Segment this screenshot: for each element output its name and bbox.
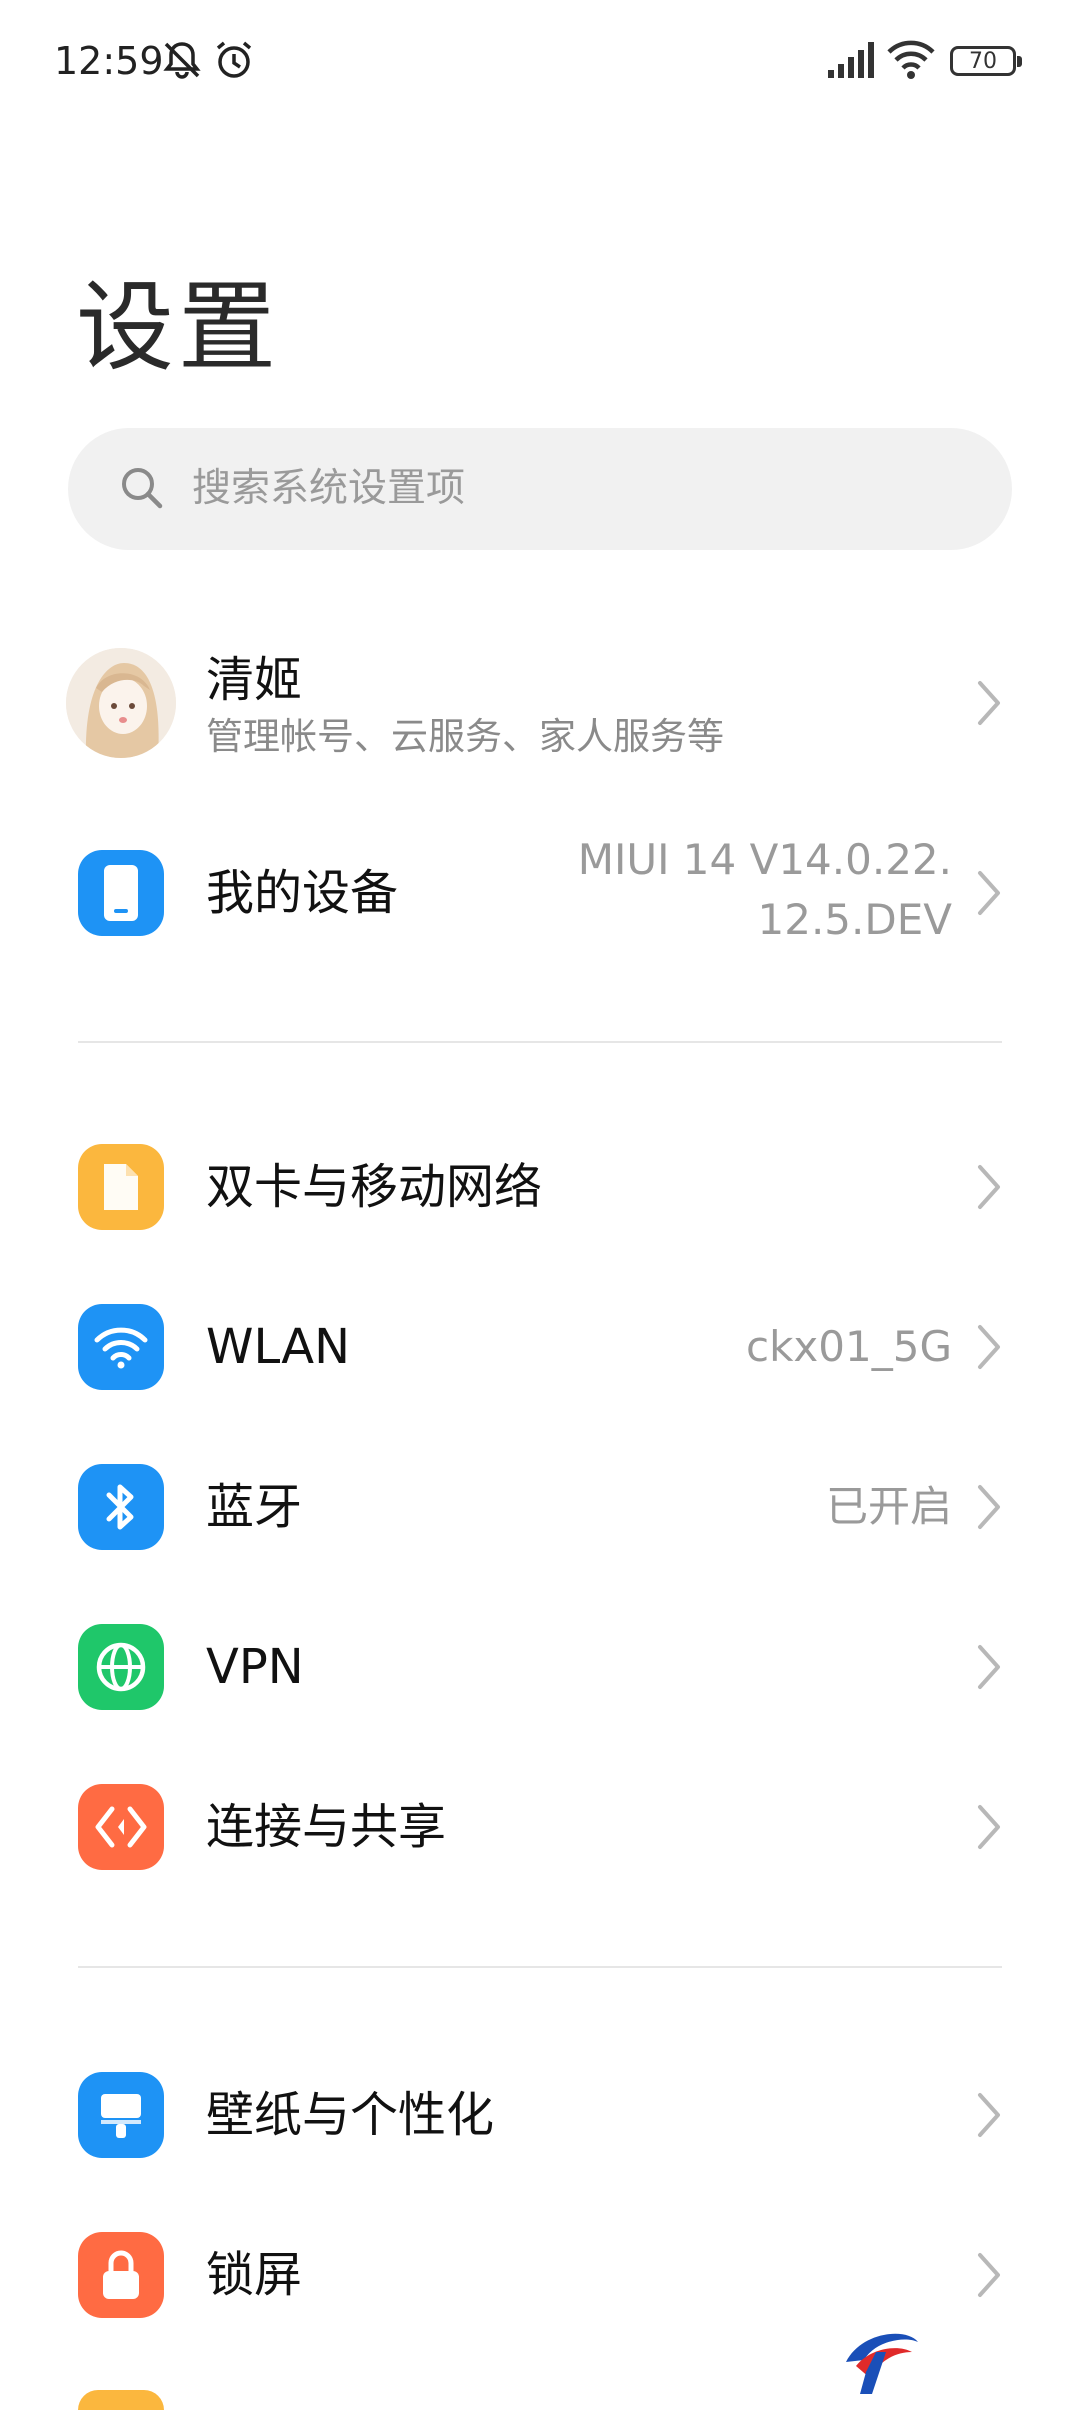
settings-item-dual-sim[interactable]: 双卡与移动网络: [0, 1112, 1080, 1262]
phone-icon: [78, 850, 164, 936]
share-icon: [78, 1784, 164, 1870]
globe-icon: [78, 1624, 164, 1710]
section-divider: [78, 1041, 1002, 1043]
account-name: 清姬: [206, 652, 303, 708]
chevron-right-icon: [978, 2253, 1000, 2297]
avatar: [66, 648, 176, 758]
watermark-logo: [846, 2333, 918, 2394]
settings-item-vpn[interactable]: VPN: [0, 1592, 1080, 1742]
battery-level: 70: [969, 49, 997, 74]
chevron-right-icon: [978, 871, 1000, 915]
brush-icon: [78, 2072, 164, 2158]
signal-icon: [828, 42, 874, 78]
partial-settings-item-icon[interactable]: [78, 2390, 164, 2410]
wifi-icon: [78, 1304, 164, 1390]
settings-item-bluetooth[interactable]: 蓝牙 已开启: [0, 1432, 1080, 1582]
settings-item-wallpaper[interactable]: 壁纸与个性化: [0, 2040, 1080, 2190]
chevron-right-icon: [978, 1165, 1000, 1209]
settings-item-label: 双卡与移动网络: [206, 1159, 543, 1215]
chevron-right-icon: [978, 1645, 1000, 1689]
battery-icon: 70: [950, 46, 1022, 76]
account-row[interactable]: 清姬 管理帐号、云服务、家人服务等: [0, 628, 1080, 778]
search-bar[interactable]: 搜索系统设置项: [68, 428, 1012, 550]
bluetooth-icon: [78, 1464, 164, 1550]
lock-icon: [78, 2232, 164, 2318]
settings-item-label: WLAN: [206, 1319, 351, 1375]
mute-icon: [163, 42, 201, 79]
settings-item-value: ckx01_5G: [746, 1322, 952, 1371]
my-device-version-line1: MIUI 14 V14.0.22.: [577, 835, 952, 884]
settings-item-connection-sharing[interactable]: 连接与共享: [0, 1752, 1080, 1902]
settings-item-value: 已开启: [825, 1482, 952, 1531]
search-placeholder: 搜索系统设置项: [192, 466, 466, 511]
my-device-label: 我的设备: [206, 865, 399, 921]
account-subtitle: 管理帐号、云服务、家人服务等: [206, 715, 724, 758]
sim-card-icon: [78, 1144, 164, 1230]
my-device-version-line2: 12.5.DEV: [757, 895, 952, 944]
settings-item-wlan[interactable]: WLAN ckx01_5G: [0, 1272, 1080, 1422]
chevron-right-icon: [978, 1485, 1000, 1529]
status-time: 12:59: [54, 39, 164, 83]
chevron-right-icon: [978, 2093, 1000, 2137]
settings-item-label: 蓝牙: [206, 1479, 303, 1535]
settings-item-label: VPN: [206, 1639, 304, 1695]
chevron-right-icon: [978, 1805, 1000, 1849]
chevron-right-icon: [978, 681, 1000, 725]
settings-item-label: 锁屏: [206, 2247, 303, 2303]
chevron-right-icon: [978, 1325, 1000, 1369]
wifi-status-icon: [887, 40, 935, 79]
my-device-row[interactable]: 我的设备 MIUI 14 V14.0.22. 12.5.DEV: [0, 818, 1080, 968]
page-title: 设置: [76, 271, 281, 385]
search-icon: [122, 468, 163, 509]
settings-item-label: 连接与共享: [206, 1799, 447, 1855]
settings-item-label: 壁纸与个性化: [206, 2087, 495, 2143]
alarm-icon: [216, 41, 252, 78]
section-divider: [78, 1966, 1002, 1968]
